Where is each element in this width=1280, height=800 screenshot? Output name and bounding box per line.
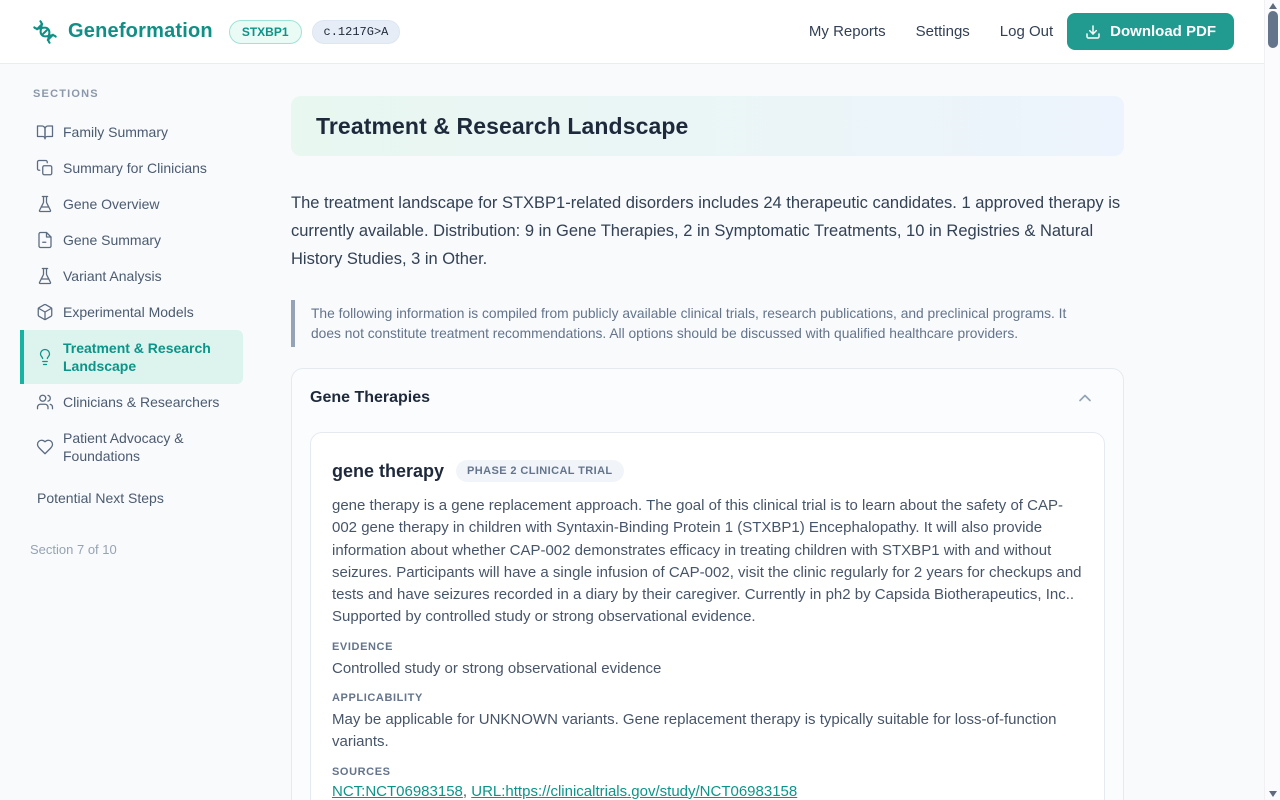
nav-settings[interactable]: Settings: [916, 23, 970, 40]
sidebar-item-label: Treatment & Research Landscape: [63, 339, 233, 375]
sidebar-item-label: Summary for Clinicians: [63, 159, 207, 177]
flask-icon: [36, 195, 54, 213]
box-icon: [36, 303, 54, 321]
file-icon: [36, 231, 54, 249]
sidebar-item-gene-summary[interactable]: Gene Summary: [20, 222, 243, 258]
section-progress: Section 7 of 10: [30, 542, 263, 557]
sidebar-item-label: Gene Summary: [63, 231, 161, 249]
therapy-title: gene therapy: [332, 461, 444, 482]
download-icon: [1085, 24, 1101, 40]
brand-name: Geneformation: [68, 20, 213, 43]
download-pdf-button[interactable]: Download PDF: [1067, 13, 1234, 50]
scrollbar-up-arrow[interactable]: [1269, 3, 1277, 9]
heart-icon: [36, 438, 54, 456]
download-pdf-label: Download PDF: [1110, 23, 1216, 40]
flask-icon: [36, 267, 54, 285]
brand: Geneformation STXBP1 c.1217G>A: [32, 19, 400, 45]
source-link-url[interactable]: URL:https://clinicaltrials.gov/study/NCT…: [471, 783, 797, 800]
page-title: Treatment & Research Landscape: [316, 113, 688, 140]
sidebar-item-clinicians-researchers[interactable]: Clinicians & Researchers: [20, 384, 243, 420]
sidebar-item-label: Family Summary: [63, 123, 168, 141]
therapy-card: gene therapy PHASE 2 CLINICAL TRIAL gene…: [310, 432, 1105, 800]
dna-logo-icon: [32, 19, 58, 45]
section-title: Gene Therapies: [310, 389, 430, 407]
gene-therapies-section: Gene Therapies gene therapy PHASE 2 CLIN…: [291, 368, 1124, 800]
page-title-banner: Treatment & Research Landscape: [291, 96, 1124, 156]
sidebar-item-patient-advocacy[interactable]: Patient Advocacy & Foundations: [20, 420, 243, 474]
sections-sidebar: SECTIONS Family Summary Summary for Clin…: [0, 64, 263, 557]
source-separator: ,: [463, 783, 471, 800]
users-icon: [36, 393, 54, 411]
lightbulb-icon: [36, 348, 54, 366]
sidebar-item-gene-overview[interactable]: Gene Overview: [20, 186, 243, 222]
sidebar-item-label: Patient Advocacy & Foundations: [63, 429, 233, 465]
sidebar-item-variant-analysis[interactable]: Variant Analysis: [20, 258, 243, 294]
intro-paragraph: The treatment landscape for STXBP1-relat…: [291, 189, 1124, 273]
sidebar-item-label: Gene Overview: [63, 195, 159, 213]
sidebar-item-potential-next-steps[interactable]: Potential Next Steps: [20, 480, 243, 516]
phase-badge: PHASE 2 CLINICAL TRIAL: [456, 460, 624, 482]
copy-icon: [36, 159, 54, 177]
source-link-nct[interactable]: NCT:NCT06983158: [332, 783, 463, 800]
book-open-icon: [36, 123, 54, 141]
sources-row: NCT:NCT06983158, URL:https://clinicaltri…: [332, 783, 1083, 800]
gene-therapies-section-header[interactable]: Gene Therapies: [310, 388, 1105, 408]
sidebar-item-family-summary[interactable]: Family Summary: [20, 114, 243, 150]
vertical-scrollbar[interactable]: [1264, 0, 1280, 800]
sidebar-item-label: Potential Next Steps: [37, 489, 164, 507]
applicability-label: APPLICABILITY: [332, 692, 1083, 704]
sidebar-item-treatment-research-landscape[interactable]: Treatment & Research Landscape: [20, 330, 243, 384]
header-nav: My Reports Settings Log Out: [809, 23, 1053, 40]
evidence-label: EVIDENCE: [332, 641, 1083, 653]
top-header: Geneformation STXBP1 c.1217G>A My Report…: [0, 0, 1264, 64]
sidebar-item-label: Experimental Models: [63, 303, 194, 321]
nav-log-out[interactable]: Log Out: [1000, 23, 1053, 40]
applicability-value: May be applicable for UNKNOWN variants. …: [332, 709, 1083, 754]
disclaimer-callout: The following information is compiled fr…: [291, 300, 1124, 347]
sidebar-item-experimental-models[interactable]: Experimental Models: [20, 294, 243, 330]
sidebar-item-label: Variant Analysis: [63, 267, 162, 285]
sidebar-item-label: Clinicians & Researchers: [63, 393, 219, 411]
evidence-value: Controlled study or strong observational…: [332, 658, 1083, 680]
sidebar-item-summary-for-clinicians[interactable]: Summary for Clinicians: [20, 150, 243, 186]
main-content: Treatment & Research Landscape The treat…: [263, 64, 1264, 800]
scrollbar-thumb[interactable]: [1268, 11, 1278, 48]
variant-badge: c.1217G>A: [312, 20, 401, 44]
gene-badge: STXBP1: [229, 20, 302, 44]
nav-my-reports[interactable]: My Reports: [809, 23, 886, 40]
app-window: Geneformation STXBP1 c.1217G>A My Report…: [0, 0, 1264, 800]
scrollbar-down-arrow[interactable]: [1269, 791, 1277, 797]
sources-label: SOURCES: [332, 766, 1083, 778]
therapy-description: gene therapy is a gene replacement appro…: [332, 495, 1083, 629]
chevron-up-icon[interactable]: [1075, 388, 1095, 408]
sidebar-heading: SECTIONS: [33, 88, 263, 100]
